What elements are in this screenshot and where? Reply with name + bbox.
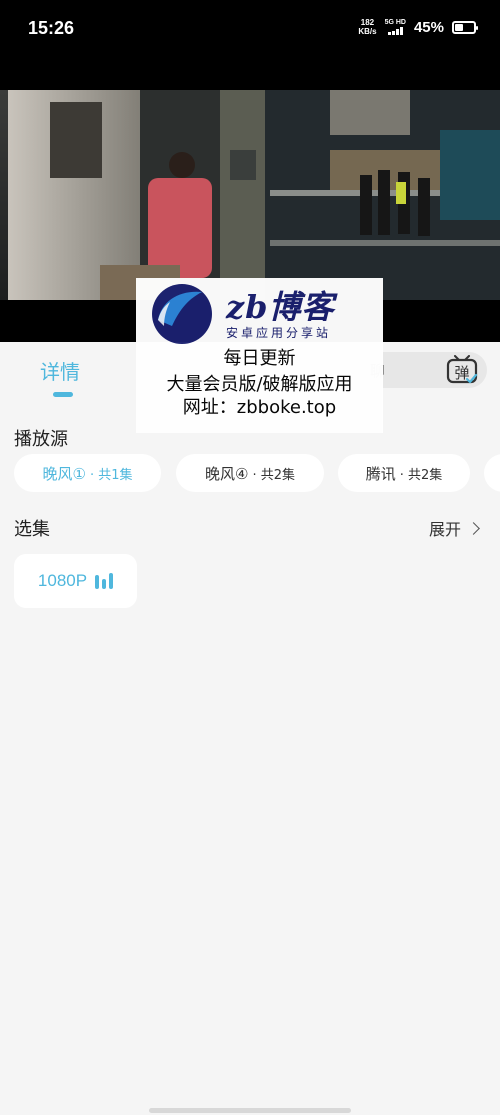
expand-button[interactable]: 展开 [428,516,480,540]
battery-icon [452,20,478,34]
watermark-logo-icon [150,282,214,346]
status-time: 15:26 [28,18,75,38]
watermark-subtitle: 安卓应用分享站 [226,326,332,340]
watermark-line-3: 网址：zbboke.top [182,397,337,418]
source-chip[interactable]: 腾讯 · 共2集 [338,454,470,492]
source-chip-more[interactable] [484,454,500,492]
danmaku-toggle-icon[interactable]: 弹 [446,355,478,385]
network-speed: 182 KB/s [358,18,377,36]
source-chip[interactable]: 晚风① · 共1集 [14,454,161,492]
watermark-line-1: 每日更新 [223,348,296,369]
status-bar: 15:26 182 KB/s 5G HD 45% [0,0,500,90]
tab-detail[interactable]: 详情 [40,356,80,385]
sources-title: 播放源 [14,429,68,450]
battery-percent: 45% [413,18,444,36]
episodes-title: 选集 [14,519,50,540]
expand-label: 展开 [428,520,461,539]
playing-equalizer-icon [95,573,114,589]
signal-icon [387,27,403,35]
source-chip[interactable]: 晚风④ · 共2集 [176,454,324,492]
home-indicator[interactable] [149,1108,351,1113]
watermark-brand: zb博客 [226,288,335,326]
episode-label: 1080P [37,571,88,590]
watermark-banner: zb博客 安卓应用分享站 每日更新 大量会员版/破解版应用 网址：zbboke.… [136,278,383,433]
network-type: 5G HD [385,19,406,35]
tab-indicator [53,392,73,397]
status-indicators: 182 KB/s 5G HD 45% [358,18,478,36]
chevron-right-icon [467,521,480,535]
episode-card[interactable]: 1080P [14,554,137,608]
